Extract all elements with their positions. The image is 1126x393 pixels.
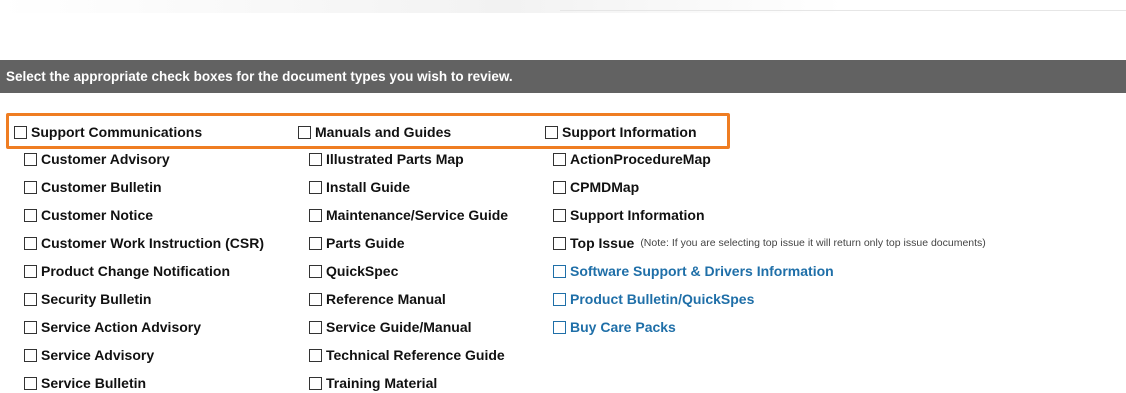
link-label[interactable]: Software Support & Drivers Information: [570, 263, 834, 279]
checkbox-customer-work-instruction[interactable]: Customer Work Instruction (CSR): [24, 233, 264, 253]
checkbox-label: Customer Notice: [41, 207, 154, 223]
checkbox-cpmdmap[interactable]: CPMDMap: [553, 177, 639, 197]
checkbox-product-bulletin-quickspes[interactable]: Product Bulletin/QuickSpes: [553, 289, 754, 309]
checkbox-box[interactable]: [309, 320, 322, 334]
checkbox-box[interactable]: [309, 376, 322, 390]
checkbox-manuals-and-guides[interactable]: Manuals and Guides: [298, 122, 451, 142]
checkbox-label: QuickSpec: [326, 263, 399, 279]
checkbox-service-guide-manual[interactable]: Service Guide/Manual: [309, 317, 472, 337]
checkbox-box[interactable]: [553, 236, 566, 250]
checkbox-top-issue[interactable]: Top Issue (Note: If you are selecting to…: [553, 233, 986, 253]
checkbox-label: CPMDMap: [570, 179, 640, 195]
checkbox-box[interactable]: [309, 292, 322, 306]
checkbox-label: ActionProcedureMap: [570, 151, 711, 167]
checkbox-box[interactable]: [309, 180, 322, 194]
checkbox-label: Maintenance/Service Guide: [326, 207, 509, 223]
top-issue-note: (Note: If you are selecting top issue it…: [640, 237, 986, 249]
checkbox-label: Service Bulletin: [41, 375, 147, 391]
checkbox-action-procedure-map[interactable]: ActionProcedureMap: [553, 149, 711, 169]
checkbox-box[interactable]: [309, 236, 322, 250]
checkbox-parts-guide[interactable]: Parts Guide: [309, 233, 405, 253]
checkbox-service-advisory[interactable]: Service Advisory: [24, 345, 154, 365]
checkbox-illustrated-parts-map[interactable]: Illustrated Parts Map: [309, 149, 464, 169]
checkbox-label: Reference Manual: [326, 291, 446, 307]
checkbox-box[interactable]: [24, 236, 37, 250]
checkbox-box[interactable]: [24, 264, 37, 278]
checkbox-buy-care-packs[interactable]: Buy Care Packs: [553, 317, 676, 337]
checkbox-box[interactable]: [553, 208, 566, 222]
checkbox-box[interactable]: [24, 208, 37, 222]
checkbox-label: Customer Work Instruction (CSR): [41, 235, 264, 251]
checkbox-box[interactable]: [298, 125, 311, 139]
link-label[interactable]: Product Bulletin/QuickSpes: [570, 291, 754, 307]
checkbox-label: Service Guide/Manual: [326, 319, 472, 335]
checkbox-label: Security Bulletin: [41, 291, 152, 307]
checkbox-box[interactable]: [553, 292, 566, 306]
checkbox-support-information[interactable]: Support Information: [545, 122, 697, 142]
checkbox-box[interactable]: [545, 125, 558, 139]
checkbox-box[interactable]: [309, 152, 322, 166]
checkbox-box[interactable]: [24, 376, 37, 390]
checkbox-label: Customer Bulletin: [41, 179, 162, 195]
checkbox-security-bulletin[interactable]: Security Bulletin: [24, 289, 151, 309]
checkbox-box[interactable]: [14, 125, 27, 139]
checkbox-training-material[interactable]: Training Material: [309, 373, 437, 393]
checkbox-product-change-notification[interactable]: Product Change Notification: [24, 261, 230, 281]
checkbox-customer-advisory[interactable]: Customer Advisory: [24, 149, 170, 169]
checkbox-install-guide[interactable]: Install Guide: [309, 177, 410, 197]
checkbox-label: Install Guide: [326, 179, 411, 195]
checkbox-label: Product Change Notification: [41, 263, 230, 279]
checkbox-box[interactable]: [24, 292, 37, 306]
checkbox-label: Customer Advisory: [41, 151, 170, 167]
top-divider: [560, 10, 1126, 11]
link-label[interactable]: Buy Care Packs: [570, 319, 676, 335]
checkbox-label: Technical Reference Guide: [326, 347, 505, 363]
checkbox-customer-notice[interactable]: Customer Notice: [24, 205, 153, 225]
checkbox-label: Support Information: [570, 207, 705, 223]
checkbox-box[interactable]: [309, 208, 322, 222]
checkbox-label: Illustrated Parts Map: [326, 151, 464, 167]
checkbox-box[interactable]: [309, 264, 322, 278]
top-gradient-band: [0, 0, 1126, 13]
checkbox-box[interactable]: [24, 152, 37, 166]
checkbox-box[interactable]: [553, 264, 566, 278]
checkbox-service-action-advisory[interactable]: Service Action Advisory: [24, 317, 201, 337]
checkbox-label: Parts Guide: [326, 235, 405, 251]
checkbox-box[interactable]: [553, 152, 566, 166]
checkbox-customer-bulletin[interactable]: Customer Bulletin: [24, 177, 162, 197]
checkbox-support-communications[interactable]: Support Communications: [14, 122, 202, 142]
checkbox-label: Manuals and Guides: [315, 124, 452, 140]
checkbox-label: Service Action Advisory: [41, 319, 202, 335]
checkbox-box[interactable]: [553, 320, 566, 334]
checkbox-box[interactable]: [553, 180, 566, 194]
checkbox-label: Support Communications: [31, 124, 203, 140]
checkbox-label: Support Information: [562, 124, 697, 140]
checkbox-support-information-item[interactable]: Support Information: [553, 205, 705, 225]
checkbox-label: Top Issue: [570, 235, 635, 251]
checkbox-reference-manual[interactable]: Reference Manual: [309, 289, 446, 309]
checkbox-label: Service Advisory: [41, 347, 155, 363]
checkbox-maintenance-service-guide[interactable]: Maintenance/Service Guide: [309, 205, 508, 225]
checkbox-technical-reference-guide[interactable]: Technical Reference Guide: [309, 345, 505, 365]
checkbox-quickspec[interactable]: QuickSpec: [309, 261, 398, 281]
instruction-bar: Select the appropriate check boxes for t…: [0, 60, 1126, 93]
checkbox-box[interactable]: [24, 348, 37, 362]
checkbox-software-support-drivers[interactable]: Software Support & Drivers Information: [553, 261, 834, 281]
checkbox-box[interactable]: [24, 320, 37, 334]
checkbox-box[interactable]: [309, 348, 322, 362]
checkbox-box[interactable]: [24, 180, 37, 194]
checkbox-service-bulletin[interactable]: Service Bulletin: [24, 373, 146, 393]
checkbox-label: Training Material: [326, 375, 438, 391]
